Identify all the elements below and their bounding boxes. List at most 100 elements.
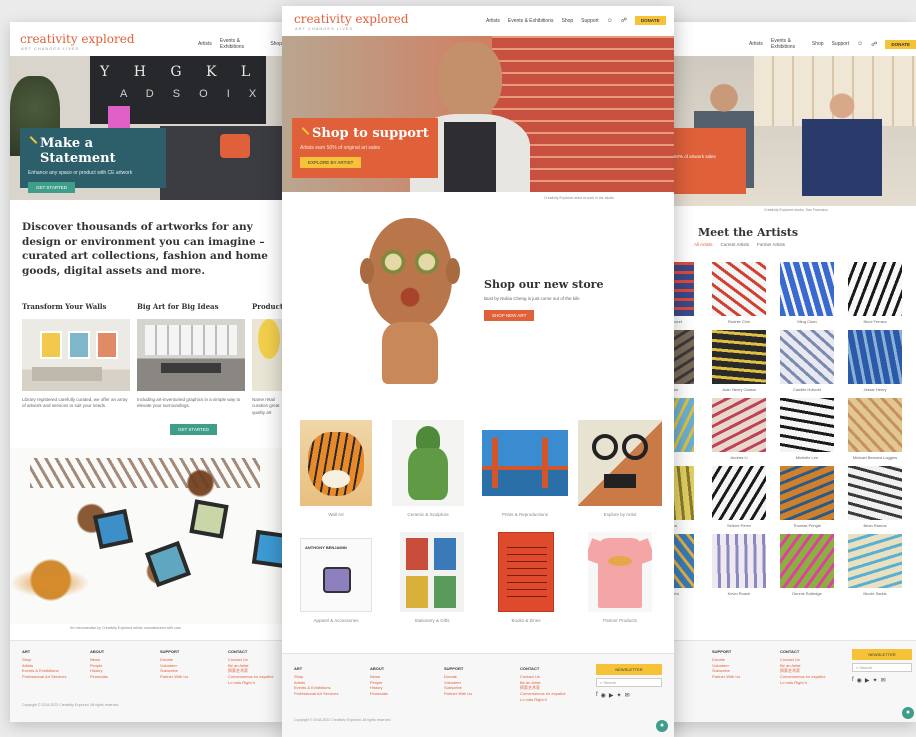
store-subtitle: Bust by Nubia Cheng is just come out of … <box>484 296 580 301</box>
right-search-box[interactable]: ⌕ Search <box>852 663 912 672</box>
artist-card[interactable]: Rodnie Chin <box>712 262 766 324</box>
filter-current[interactable]: Current Artists <box>721 242 750 247</box>
shop-new-art-button[interactable]: SHOP NEW ART <box>484 310 535 321</box>
artist-name: Thomas Pringle <box>792 523 821 528</box>
artist-card[interactable]: Jessie Henry <box>848 330 902 392</box>
filter-all[interactable]: All Artists <box>694 242 713 247</box>
accessibility-icon[interactable]: ● <box>656 720 668 732</box>
category-ceramic[interactable]: Ceramic & Sculpture <box>392 420 464 517</box>
facebook-icon[interactable]: f <box>852 677 854 684</box>
logo[interactable]: creativity explored <box>294 12 409 26</box>
feature-1-image[interactable] <box>22 319 130 391</box>
center-hero-caption: Creativity Explored artist at work in th… <box>544 196 615 200</box>
artist-card[interactable]: Selene Perez <box>712 466 766 528</box>
artist-artwork-thumb <box>712 534 766 588</box>
footer-link[interactable]: Lo más Right it <box>228 680 273 686</box>
nav-artists[interactable]: Artists <box>486 18 500 24</box>
nav-events[interactable]: Events & Exhibitions <box>771 38 804 50</box>
logo[interactable]: creativity explored <box>20 32 135 46</box>
artist-card[interactable]: Bean Ramos <box>848 466 902 528</box>
facebook-icon[interactable]: f <box>596 692 598 699</box>
feature-3-image[interactable] <box>252 319 282 391</box>
feature-2-title: Big Art for Big Ideas <box>137 302 219 311</box>
artist-card[interactable]: Juan Henry Ocasio <box>712 330 766 392</box>
category-prints[interactable]: Prints & Reproductions <box>482 430 568 517</box>
twitter-icon[interactable]: ✦ <box>873 677 878 684</box>
footer-link[interactable]: Financials <box>370 691 388 697</box>
left-get-started-button[interactable]: GET STARTED <box>170 424 218 435</box>
nav-events[interactable]: Events & Exhibitions <box>508 18 554 24</box>
footer-link[interactable]: Lo más Right it <box>520 697 565 703</box>
category-apparel[interactable]: ANTHONY BENJAMIN Apparel & Accessories <box>300 538 372 623</box>
category-partner[interactable]: Partner Products <box>588 532 652 623</box>
twitter-icon[interactable]: ✦ <box>617 692 622 699</box>
artist-card[interactable]: Michelle Lee <box>780 398 834 460</box>
instagram-icon[interactable]: ◉ <box>857 677 862 684</box>
email-icon[interactable]: ✉ <box>881 677 886 684</box>
artist-artwork-thumb <box>712 330 766 384</box>
youtube-icon[interactable]: ▶ <box>609 692 614 699</box>
ceramic-bust-image[interactable] <box>360 218 460 390</box>
footer-link[interactable]: Partner With Us <box>444 691 472 697</box>
footer-link[interactable]: Partner With Us <box>712 674 740 680</box>
nav-artists[interactable]: Artists <box>198 41 212 47</box>
category-label: Books & Zines <box>511 618 541 623</box>
footer-link[interactable]: Lo más Right it <box>780 680 825 686</box>
artist-card[interactable]: Camille Holvoet <box>780 330 834 392</box>
center-search-box[interactable]: ⌕ Search <box>596 678 662 687</box>
newsletter-button[interactable]: NEWSLETTER <box>596 664 662 675</box>
category-books[interactable]: Books & Zines <box>498 532 554 623</box>
nav-artists[interactable]: Artists <box>749 41 763 47</box>
nav-shop[interactable]: Shop <box>561 18 573 24</box>
feature-2-image[interactable] <box>137 319 245 391</box>
category-explore-artist[interactable]: Explore by Artist <box>578 420 662 517</box>
footer-art-head: ART <box>22 649 31 654</box>
category-label: Apparel & Accessories <box>313 618 359 623</box>
footer-contact-head: CONTACT <box>520 666 540 671</box>
youtube-icon[interactable]: ▶ <box>865 677 870 684</box>
account-icon[interactable]: ☺ <box>607 18 613 24</box>
footer-link[interactable]: Professional Art Services <box>22 674 66 680</box>
footer-link[interactable]: Partner With Us <box>160 674 188 680</box>
artist-card[interactable]: Kevin Roach <box>712 534 766 596</box>
artist-card[interactable]: Nicol Ferrara <box>848 262 902 324</box>
center-page: creativity explored ART CHANGES LIVES Ar… <box>282 6 674 737</box>
category-stationery[interactable]: Stationery & Gifts <box>400 532 464 623</box>
artist-artwork-thumb <box>780 466 834 520</box>
nav-support[interactable]: Support <box>832 41 850 47</box>
artist-card[interactable]: Dennis Rutledge <box>780 534 834 596</box>
nav-support[interactable]: Support <box>581 18 599 24</box>
artist-card[interactable]: Ming Chan <box>780 262 834 324</box>
footer-link[interactable]: Financials <box>90 674 108 680</box>
center-hero-title: Shop to support <box>312 126 429 141</box>
accessibility-icon[interactable]: ● <box>902 707 914 719</box>
cart-icon[interactable]: ☍ <box>871 41 877 48</box>
footer-link[interactable]: Professional Art Services <box>294 691 338 697</box>
cart-icon[interactable]: ☍ <box>621 17 627 24</box>
category-label: Prints & Reproductions <box>501 512 549 517</box>
artist-card[interactable]: Michael Bernard Loggins <box>848 398 902 460</box>
center-hero-subtitle: Artists earn 50% of original art sales <box>300 145 381 151</box>
donate-button[interactable]: DONATE <box>634 16 666 25</box>
cushion <box>220 134 250 158</box>
donate-button[interactable]: DONATE <box>885 39 916 49</box>
artist-card[interactable]: Andrea Li <box>712 398 766 460</box>
left-hero-button[interactable]: GET STARTED <box>28 182 76 193</box>
pink-tshirt <box>588 532 652 612</box>
account-icon[interactable]: ☺ <box>857 41 863 47</box>
right-newsletter-button[interactable]: NEWSLETTER <box>852 649 912 660</box>
instagram-icon[interactable]: ◉ <box>601 692 606 699</box>
filter-former[interactable]: Former Artists <box>757 242 785 247</box>
right-footer: SUPPORT Donate Volunteer Subscribe Partn… <box>634 640 916 722</box>
category-wall-art[interactable]: Wall Art <box>300 420 372 517</box>
nav-shop[interactable]: Shop <box>812 41 824 47</box>
artist-name: Juan Henry Ocasio <box>721 387 756 392</box>
golden-gate-print <box>482 430 568 496</box>
nav-shop[interactable]: Shop <box>270 41 282 47</box>
category-label: Ceramic & Sculpture <box>407 512 449 517</box>
email-icon[interactable]: ✉ <box>625 692 630 699</box>
explore-by-artist-button[interactable]: EXPLORE BY ARTIST <box>300 157 362 168</box>
artist-card[interactable]: Nicole Sarkis <box>848 534 902 596</box>
nav-events[interactable]: Events & Exhibitions <box>220 38 262 50</box>
artist-card[interactable]: Thomas Pringle <box>780 466 834 528</box>
